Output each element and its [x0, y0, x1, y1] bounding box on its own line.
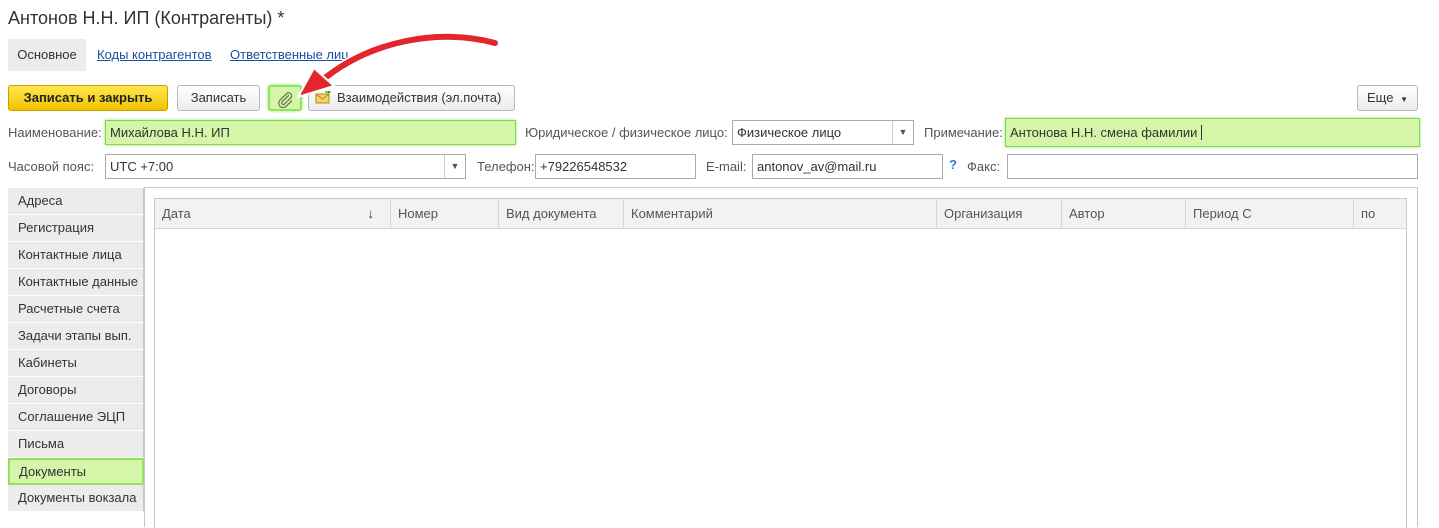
save-button[interactable]: Записать [177, 85, 260, 111]
phone-field[interactable]: +79226548532 [535, 154, 696, 179]
table-header: Дата ↓ Номер Вид документа Комментарий Органи… [155, 199, 1406, 229]
timezone-label: Часовой пояс: [8, 159, 95, 174]
chevron-down-icon[interactable]: ▼ [892, 121, 913, 144]
name-label: Наименование: [8, 125, 102, 140]
email-label: E-mail: [706, 159, 747, 174]
chevron-down-icon[interactable]: ▼ [444, 155, 465, 178]
side-tab[interactable]: Контактные данные [8, 269, 144, 296]
tab-counterparty-codes[interactable]: Коды контрагентов [97, 39, 212, 71]
column-header-label: по [1361, 206, 1376, 221]
chevron-down-icon: ▼ [1400, 95, 1408, 104]
side-tab[interactable]: Соглашение ЭЦП [8, 404, 144, 431]
column-header[interactable]: Комментарий [624, 199, 937, 229]
legal-type-value: Физическое лицо [737, 125, 842, 140]
more-button[interactable]: Еще ▼ [1357, 85, 1418, 111]
save-and-close-button[interactable]: Записать и закрыть [8, 85, 168, 111]
side-tab[interactable]: Адреса [8, 188, 144, 215]
side-tab[interactable]: Документы [8, 458, 144, 485]
side-tab[interactable]: Регистрация [8, 215, 144, 242]
column-header[interactable]: по [1354, 199, 1406, 229]
column-header-label: Период С [1193, 206, 1252, 221]
side-tab[interactable]: Расчетные счета [8, 296, 144, 323]
side-tabs: Адреса Регистрация Контактные лица Контактн… [8, 188, 144, 512]
fax-label: Факс: [967, 159, 1001, 174]
more-label: Еще [1367, 90, 1394, 105]
side-tab[interactable]: Контактные лица [8, 242, 144, 269]
documents-table[interactable]: Дата ↓ Номер Вид документа Комментарий Органи… [154, 198, 1407, 528]
timezone-value: UTC +7:00 [110, 159, 174, 174]
column-header-label: Автор [1069, 206, 1105, 221]
email-field[interactable]: antonov_av@mail.ru [752, 154, 943, 179]
column-header-label: Комментарий [631, 206, 713, 221]
page-title: Антонов Н.Н. ИП (Контрагенты) * [8, 8, 285, 28]
help-icon[interactable]: ? [949, 157, 957, 172]
column-header[interactable]: Период С [1186, 199, 1354, 229]
column-header[interactable]: Организация [937, 199, 1062, 229]
annotation-arrow [295, 31, 500, 99]
text-cursor [1201, 125, 1203, 140]
side-tab[interactable]: Договоры [8, 377, 144, 404]
name-field[interactable]: Михайлова Н.Н. ИП [105, 120, 516, 145]
column-header[interactable]: Дата ↓ [155, 199, 391, 229]
side-tab[interactable]: Документы вокзала [8, 485, 144, 512]
column-header[interactable]: Вид документа [499, 199, 624, 229]
column-header-label: Дата [162, 206, 191, 221]
legal-type-select[interactable]: Физическое лицо ▼ [732, 120, 914, 145]
phone-label: Телефон: [477, 159, 535, 174]
note-value: Антонова Н.Н. смена фамилии [1010, 125, 1198, 140]
column-header[interactable]: Автор [1062, 199, 1186, 229]
column-header[interactable]: Номер [391, 199, 499, 229]
sort-arrow-icon: ↓ [367, 206, 375, 221]
fax-field[interactable] [1007, 154, 1418, 179]
tab-main[interactable]: Основное [8, 39, 86, 71]
timezone-select[interactable]: UTC +7:00 ▼ [105, 154, 466, 179]
column-header-label: Номер [398, 206, 439, 221]
column-header-label: Организация [944, 206, 1023, 221]
side-tab[interactable]: Письма [8, 431, 144, 458]
note-field[interactable]: Антонова Н.Н. смена фамилии [1005, 118, 1420, 147]
side-tab[interactable]: Задачи этапы вып. [8, 323, 144, 350]
column-header-label: Вид документа [506, 206, 597, 221]
side-tab[interactable]: Кабинеты [8, 350, 144, 377]
legal-type-label: Юридическое / физическое лицо: [525, 125, 728, 140]
note-label: Примечание: [924, 125, 1003, 140]
